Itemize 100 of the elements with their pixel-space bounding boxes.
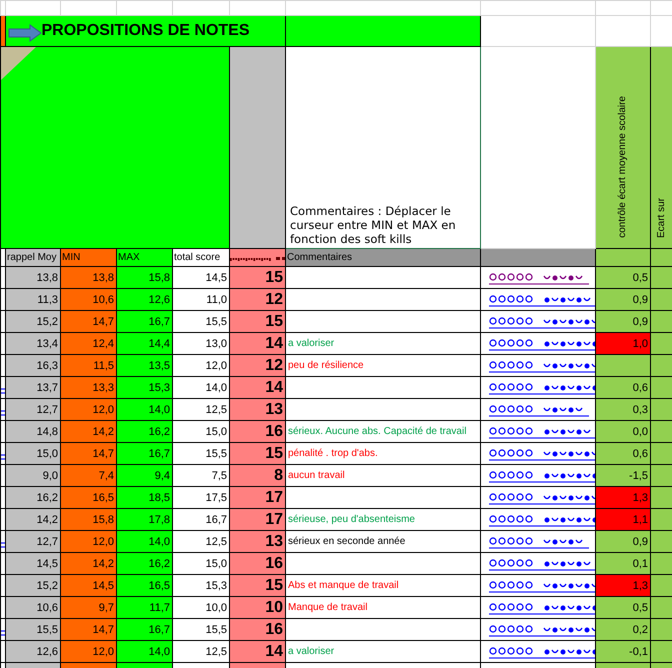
- table-cell: 18,5: [116, 486, 172, 508]
- table-cell: 0,1: [596, 552, 650, 574]
- column-header: rappel Moy: [6, 248, 60, 266]
- table-cell: 12,7: [6, 530, 60, 552]
- table-cell: 11,5: [60, 354, 116, 376]
- table-cell: 15,8: [116, 266, 172, 288]
- table-cell: 16,3: [6, 354, 60, 376]
- table-cell: 15,3: [116, 376, 172, 398]
- table-cell: 15: [230, 442, 286, 464]
- table-cell: 14,5: [60, 574, 116, 596]
- table-cell: 14,5: [6, 552, 60, 574]
- table-cell: 16: [230, 420, 286, 442]
- table-cell: 11,7: [116, 596, 172, 618]
- comment-text: sérieuse, peu d'absenteisme: [286, 508, 480, 530]
- table-cell: 15,5: [6, 618, 60, 640]
- table-cell: 14,0: [116, 640, 172, 662]
- table-cell: 16: [230, 552, 286, 574]
- table-cell: 13,7: [6, 376, 60, 398]
- table-cell: 0,3: [596, 398, 650, 420]
- table-cell: 16,2: [6, 486, 60, 508]
- column-header: Ecart sur: [654, 198, 668, 238]
- arrow-icon: [8, 24, 42, 42]
- triangle-shape: [2, 48, 37, 81]
- table-cell: 12,6: [6, 640, 60, 662]
- table-cell: 14,7: [60, 618, 116, 640]
- column-header: MAX: [116, 248, 172, 266]
- table-cell: 16,5: [60, 486, 116, 508]
- column-header: contrôle écart moyenne scolaire: [616, 96, 629, 238]
- table-cell: 13: [230, 530, 286, 552]
- table-cell: 0,5: [596, 596, 650, 618]
- comment-text: a valoriser: [286, 332, 480, 354]
- table-cell: 10,6: [60, 288, 116, 310]
- table-cell: 15,2: [6, 574, 60, 596]
- table-cell: 14: [230, 640, 286, 662]
- table-cell: 7,4: [60, 464, 116, 486]
- table-cell: 14,7: [60, 310, 116, 332]
- table-cell: 12,6: [116, 288, 172, 310]
- table-cell: 14,2: [60, 420, 116, 442]
- table-cell: 14: [230, 376, 286, 398]
- table-cell: 1,3: [596, 486, 650, 508]
- comment-text: sérieux. Aucune abs. Capacité de travail: [286, 420, 480, 442]
- table-cell: 11,3: [6, 288, 60, 310]
- table-cell: 12,0: [60, 640, 116, 662]
- table-cell: 13: [230, 398, 286, 420]
- table-cell: 9,4: [116, 464, 172, 486]
- table-cell: 17: [230, 508, 286, 530]
- table-cell: 16,5: [116, 574, 172, 596]
- table-cell: 13,8: [60, 266, 116, 288]
- table-cell: 13,8: [6, 266, 60, 288]
- table-cell: 1,0: [596, 332, 650, 354]
- table-cell: 9,0: [6, 464, 60, 486]
- table-cell: 12,0: [60, 530, 116, 552]
- sheet-title: PROPOSITIONS DE NOTES: [6, 16, 286, 46]
- comment-text: a valoriser: [286, 640, 480, 662]
- table-cell: 0,2: [596, 618, 650, 640]
- table-cell: 10,6: [6, 596, 60, 618]
- table-cell: 16,2: [116, 552, 172, 574]
- table-cell: 0,0: [596, 420, 650, 442]
- table-cell: 17,8: [116, 508, 172, 530]
- table-cell: 12,7: [6, 398, 60, 420]
- table-cell: 12,0: [60, 398, 116, 420]
- comment-text: sérieux en seconde année: [286, 530, 480, 552]
- table-cell: 12,4: [60, 332, 116, 354]
- table-cell: 14,0: [116, 530, 172, 552]
- table-cell: 8: [230, 464, 286, 486]
- table-cell: 14,2: [6, 508, 60, 530]
- column-header: MIN: [60, 248, 116, 266]
- comment-text: pénalité . trop d'abs.: [286, 442, 480, 464]
- table-cell: 14,7: [60, 442, 116, 464]
- table-cell: 14,4: [116, 332, 172, 354]
- table-cell: 15,8: [60, 508, 116, 530]
- table-cell: 15: [230, 310, 286, 332]
- table-cell: 14: [230, 332, 286, 354]
- table-cell: 16: [230, 618, 286, 640]
- table-cell: 14,0: [116, 398, 172, 420]
- table-cell: 0,9: [596, 530, 650, 552]
- table-cell: 9,7: [60, 596, 116, 618]
- column-header: Commentaires: [286, 248, 480, 266]
- table-cell: 0,5: [596, 266, 650, 288]
- table-cell: 16,7: [116, 618, 172, 640]
- table-cell: 13,5: [116, 354, 172, 376]
- table-cell: 15,0: [6, 442, 60, 464]
- table-cell: 13,3: [60, 376, 116, 398]
- table-cell: -0,1: [596, 640, 650, 662]
- table-cell: 12: [230, 354, 286, 376]
- table-cell: 14,2: [60, 552, 116, 574]
- table-cell: 12: [230, 288, 286, 310]
- table-cell: 0,6: [596, 376, 650, 398]
- table-cell: 16,7: [116, 310, 172, 332]
- table-cell: 0,6: [596, 442, 650, 464]
- table-cell: 15,2: [6, 310, 60, 332]
- table-cell: 13,4: [6, 332, 60, 354]
- table-cell: 15: [230, 574, 286, 596]
- table-cell: 0,9: [596, 288, 650, 310]
- comment-text: Abs et manque de travail: [286, 574, 480, 596]
- table-cell: 14,8: [6, 420, 60, 442]
- table-cell: 1,3: [596, 574, 650, 596]
- comment-text: Manque de travail: [286, 596, 480, 618]
- table-cell: 10: [230, 596, 286, 618]
- table-cell: -1,5: [596, 464, 650, 486]
